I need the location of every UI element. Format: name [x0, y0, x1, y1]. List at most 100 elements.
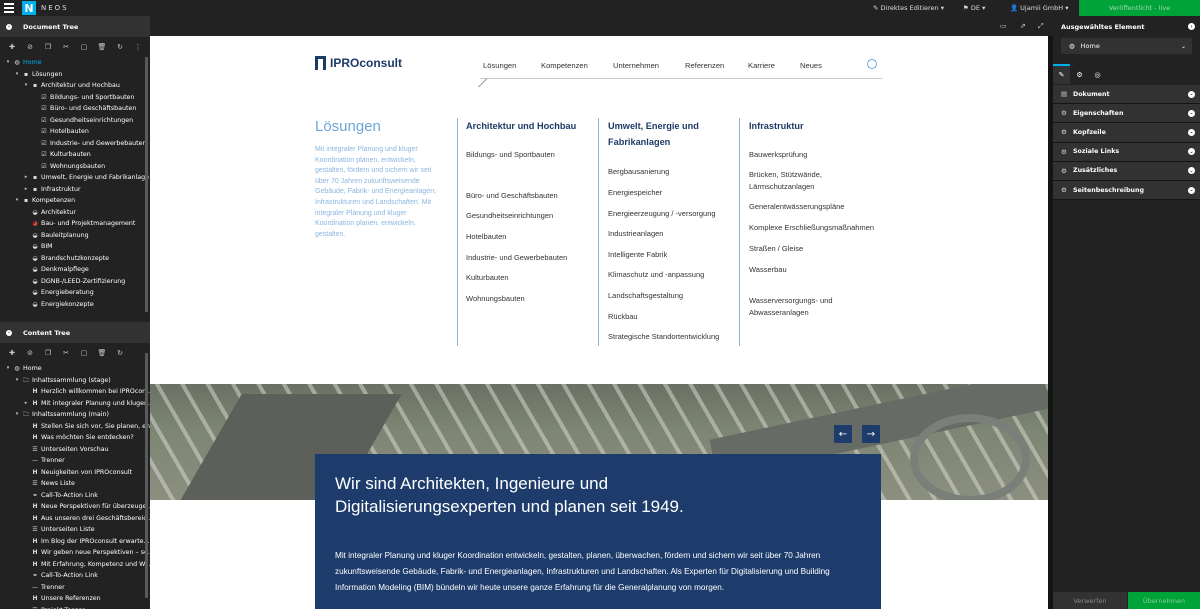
menu-link[interactable]: Straßen / Gleise — [749, 243, 884, 255]
more-icon[interactable]: ⋮ — [129, 43, 147, 51]
tree-node[interactable]: H Aus unseren drei Geschäftsbereic... — [0, 513, 150, 525]
tab-settings[interactable]: ⚙ — [1071, 65, 1088, 85]
nav-link[interactable]: Karriere — [748, 61, 775, 70]
device-icon[interactable]: ▭ — [1000, 22, 1007, 30]
search-icon[interactable] — [867, 59, 877, 69]
menu-link[interactable]: Energiespeicher — [608, 187, 743, 199]
menu-link[interactable]: Landschaftsgestaltung — [608, 290, 743, 302]
collapse-icon[interactable]: ‹ — [6, 329, 12, 336]
delete-icon[interactable]: 🗑 — [93, 349, 111, 357]
tree-node[interactable]: ◒ Brandschutzkonzepte — [0, 253, 150, 265]
tree-node[interactable]: ▾ 🗀 Inhaltssammlung (main) — [0, 409, 150, 421]
tab-seo[interactable]: ◎ — [1089, 65, 1106, 85]
collapse-icon[interactable]: › — [1188, 23, 1195, 30]
tree-node[interactable]: ⚭ Call-To-Action Link — [0, 490, 150, 502]
chevron-right-icon[interactable]: ▸ — [22, 184, 30, 196]
tree-node[interactable]: — Trenner — [0, 582, 150, 594]
tree-node[interactable]: H Neue Perspektiven für überzeuge... — [0, 501, 150, 513]
nav-link[interactable]: Unternehmen — [613, 61, 659, 70]
inspector-group[interactable]: ⚙ Kopfzeile ⌄ — [1053, 123, 1200, 143]
tree-node[interactable]: ▸ ▪ Infrastruktur — [0, 184, 150, 196]
tree-node[interactable]: H Mit Erfahrung, Kompetenz und W... — [0, 559, 150, 571]
document-tree-scrollbar[interactable] — [145, 57, 148, 312]
tree-node[interactable]: ☰ Unterseiten Vorschau — [0, 444, 150, 456]
chevron-down-icon[interactable]: ▾ — [13, 409, 21, 421]
tree-node[interactable]: H Neuigkeiten von IPROconsult — [0, 467, 150, 479]
add-icon[interactable]: ✚ — [3, 43, 21, 51]
prev-slide-button[interactable]: ← — [834, 425, 852, 443]
inspector-group[interactable]: ⚙ Eigenschaften ⌄ — [1053, 104, 1200, 124]
tree-node[interactable]: ◒ Bauleitplanung — [0, 230, 150, 242]
paste-icon[interactable]: ▢ — [75, 349, 93, 357]
menu-link[interactable]: Energieerzeugung / -versorgung — [608, 208, 743, 220]
language-selector[interactable]: ⚑ DE ▾ — [963, 4, 985, 12]
menu-link[interactable]: Hotelbauten — [466, 231, 601, 243]
cut-icon[interactable]: ✂ — [57, 43, 75, 51]
publish-button[interactable]: Veröffentlicht - live — [1079, 0, 1200, 16]
document-tree-header[interactable]: ‹ Document Tree — [0, 16, 150, 37]
tree-node[interactable]: ☰ Unterseiten Liste — [0, 524, 150, 536]
selected-element-dropdown[interactable]: ◍ Home ⌄ — [1061, 38, 1192, 54]
menu-link[interactable]: Generalentwässerungspläne — [749, 201, 884, 213]
tree-node[interactable]: ☑ Hotelbauten — [0, 126, 150, 138]
tree-node[interactable]: ☑ Bildungs- und Sportbauten — [0, 92, 150, 104]
tree-node[interactable]: ▾ ◍ Home — [0, 57, 150, 69]
next-slide-button[interactable]: → — [862, 425, 880, 443]
menu-link[interactable]: Industrieanlagen — [608, 228, 743, 240]
chevron-right-icon[interactable]: ▸ — [22, 172, 30, 184]
menu-link[interactable]: Strategische Standortentwicklung — [608, 331, 743, 343]
menu-link[interactable]: Wasserversorgungs- und Abwasseranlagen — [749, 295, 884, 318]
tree-node[interactable]: ▾ ◍ Home — [0, 363, 150, 375]
tree-node[interactable]: H Unsere Referenzen — [0, 593, 150, 605]
tree-node[interactable]: ☑ Kulturbauten — [0, 149, 150, 161]
tree-node[interactable]: ◒ Energieberatung — [0, 287, 150, 299]
nav-link[interactable]: Lösungen — [483, 61, 516, 70]
tree-node[interactable]: H Wir geben neue Perspektiven – se... — [0, 547, 150, 559]
tree-node[interactable]: ☑ Wohnungsbauten — [0, 161, 150, 173]
column-title[interactable]: Infrastruktur — [749, 118, 879, 134]
menu-link[interactable]: Rückbau — [608, 311, 743, 323]
menu-link[interactable]: Bauwerksprüfung — [749, 149, 884, 161]
tree-node[interactable]: ◒ DGNB-/LEED-Zertifizierung — [0, 276, 150, 288]
tree-node[interactable]: ▾ ▪ Kompetenzen — [0, 195, 150, 207]
tree-node[interactable]: H Was möchten Sie entdecken? — [0, 432, 150, 444]
delete-icon[interactable]: 🗑 — [93, 43, 111, 51]
tree-node[interactable]: H Stellen Sie sich vor, Sie planen, en... — [0, 421, 150, 433]
tree-node[interactable]: ▾ ▪ Lösungen — [0, 69, 150, 81]
edit-mode-button[interactable]: ✎ Direktes Editieren ▾ — [873, 4, 944, 12]
menu-link[interactable]: Komplexe Erschließungsmaßnahmen — [749, 222, 884, 234]
nav-link[interactable]: Neues — [800, 61, 822, 70]
tree-node[interactable]: ◒ Denkmalpflege — [0, 264, 150, 276]
chevron-right-icon[interactable]: ▸ — [22, 398, 30, 410]
apply-button[interactable]: Übernehmen — [1128, 592, 1200, 609]
menu-link[interactable]: Intelligente Fabrik — [608, 249, 743, 261]
menu-link[interactable]: Industrie- und Gewerbebauten — [466, 252, 601, 264]
cut-icon[interactable]: ✂ — [57, 349, 75, 357]
refresh-icon[interactable]: ↻ — [111, 43, 129, 51]
menu-link[interactable]: Wohnungsbauten — [466, 293, 601, 305]
tree-node[interactable]: ☰Projekt-Teaser — [0, 605, 150, 609]
tree-node[interactable]: ◒ Energiekonzepte — [0, 299, 150, 311]
tree-node[interactable]: ◒ Architektur — [0, 207, 150, 219]
tree-node[interactable]: ☑ Büro- und Geschäftsbauten — [0, 103, 150, 115]
tree-node[interactable]: ▸ H Mit integraler Planung und kluger... — [0, 398, 150, 410]
tree-node[interactable]: ☑ Gesundheitseinrichtungen — [0, 115, 150, 127]
menu-link[interactable]: Wasserbau — [749, 264, 884, 276]
menu-link[interactable]: Büro- und Geschäftsbauten — [466, 190, 601, 202]
add-icon[interactable]: ✚ — [3, 349, 21, 357]
user-menu[interactable]: 👤 Ujamii GmbH ▾ — [1010, 4, 1068, 12]
inspector-group[interactable]: ⚙ Soziale Links ⌄ — [1053, 143, 1200, 162]
menu-link[interactable]: Bildungs- und Sportbauten — [466, 149, 601, 161]
content-tree-header[interactable]: ‹ Content Tree — [0, 322, 150, 343]
hide-icon[interactable]: ⊘ — [21, 349, 39, 357]
tree-node[interactable]: ▾ 🗀 Inhaltssammlung (stage) — [0, 375, 150, 387]
menu-link[interactable]: Gesundheitseinrichtungen — [466, 210, 601, 222]
menu-link[interactable]: Bergbausanierung — [608, 166, 743, 178]
refresh-icon[interactable]: ↻ — [111, 349, 129, 357]
collapse-icon[interactable]: ‹ — [6, 23, 12, 30]
chevron-down-icon[interactable]: ▾ — [4, 57, 12, 69]
menu-link[interactable]: Brücken, Stützwände, Lärmschutzanlagen — [749, 169, 884, 192]
discard-button[interactable]: Verwerfen — [1053, 592, 1127, 609]
tree-node[interactable]: — Trenner — [0, 455, 150, 467]
chevron-down-icon[interactable]: ▾ — [22, 80, 30, 92]
